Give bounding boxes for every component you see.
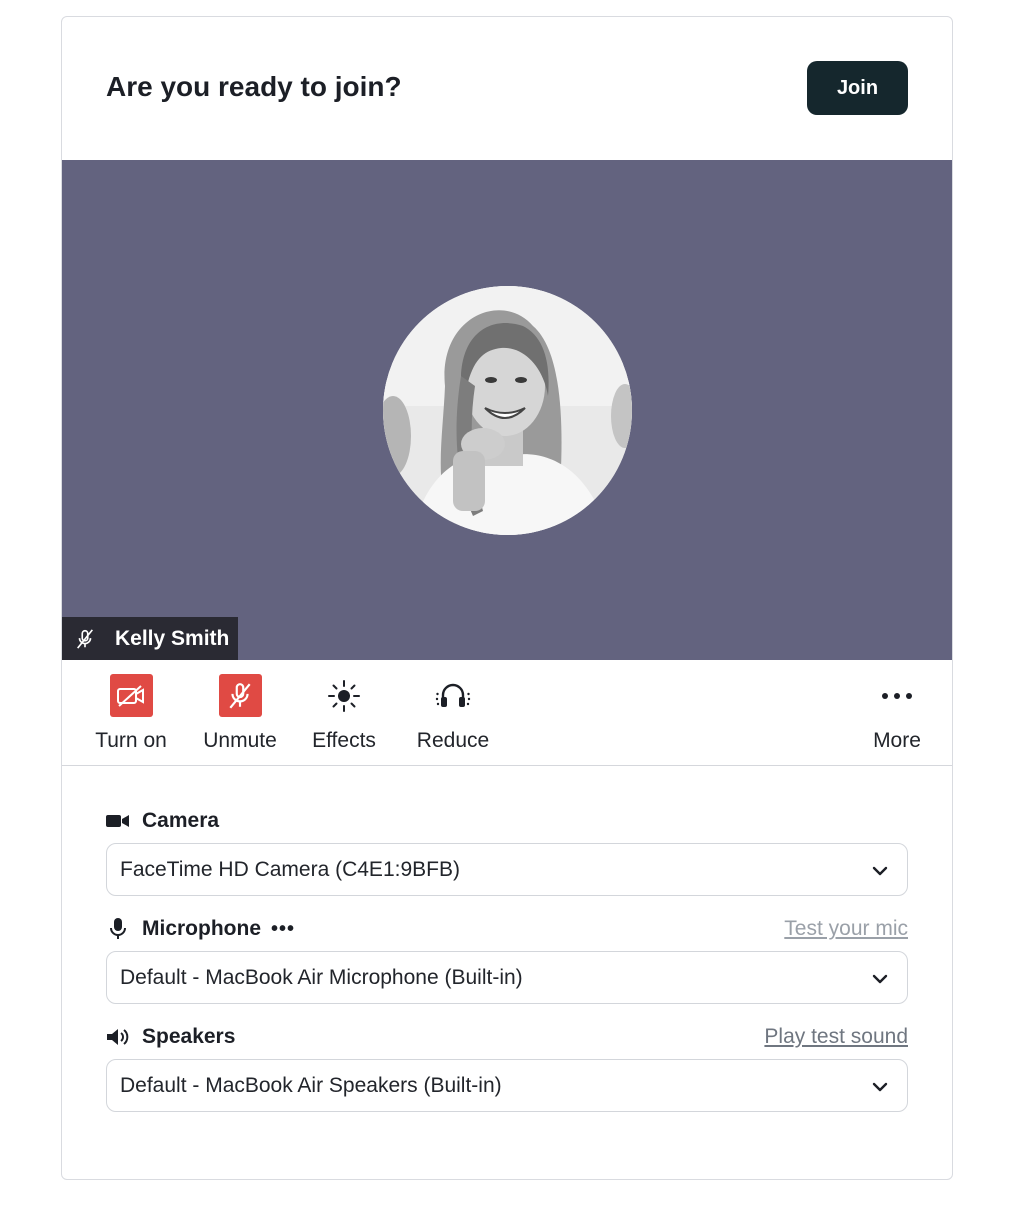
camera-toggle-button[interactable]: Turn on — [90, 660, 172, 765]
more-icon — [876, 674, 919, 717]
speakers-select[interactable]: Default - MacBook Air Speakers (Built-in… — [106, 1059, 908, 1112]
camera-title: Camera — [142, 809, 220, 832]
mic-off-icon — [218, 674, 262, 717]
mic-toggle-label: Unmute — [203, 729, 277, 752]
control-bar: Turn on Unmute Effects Reduce More — [62, 660, 952, 766]
microphone-options-icon[interactable]: ••• — [271, 918, 295, 941]
effects-icon — [323, 674, 366, 717]
device-settings: Camera FaceTime HD Camera (C4E1:9BFB) Mi… — [106, 807, 908, 1131]
page-title: Are you ready to join? — [106, 71, 402, 102]
join-button[interactable]: Join — [807, 61, 908, 115]
chevron-down-icon — [872, 1082, 888, 1092]
speakers-title: Speakers — [142, 1025, 236, 1048]
video-camera-icon — [106, 811, 130, 831]
chevron-down-icon — [872, 974, 888, 984]
participant-name: Kelly Smith — [115, 626, 230, 650]
microphone-heading: Microphone ••• Test your mic — [106, 915, 908, 943]
speaker-icon — [106, 1027, 130, 1047]
effects-button[interactable]: Effects — [307, 660, 381, 765]
pre-join-card: Are you ready to join? Join Kelly Smith … — [61, 16, 953, 1180]
camera-section: Camera FaceTime HD Camera (C4E1:9BFB) — [106, 807, 908, 896]
camera-heading: Camera — [106, 807, 908, 835]
video-preview: Kelly Smith — [62, 160, 952, 660]
play-test-sound-link[interactable]: Play test sound — [764, 1025, 908, 1049]
reduce-noise-button[interactable]: Reduce — [412, 660, 494, 765]
microphone-icon — [106, 918, 130, 939]
camera-toggle-label: Turn on — [95, 729, 167, 752]
microphone-select[interactable]: Default - MacBook Air Microphone (Built-… — [106, 951, 908, 1004]
camera-select[interactable]: FaceTime HD Camera (C4E1:9BFB) — [106, 843, 908, 896]
speakers-section: Speakers Play test sound Default - MacBo… — [106, 1023, 908, 1112]
reduce-label: Reduce — [416, 729, 490, 752]
participant-name-tag: Kelly Smith — [62, 617, 238, 660]
mic-toggle-button[interactable]: Unmute — [198, 660, 282, 765]
mic-off-icon — [77, 628, 93, 649]
headphones-icon — [432, 674, 475, 717]
effects-label: Effects — [312, 729, 376, 752]
more-label: More — [873, 729, 921, 752]
camera-select-value: FaceTime HD Camera (C4E1:9BFB) — [120, 857, 460, 881]
microphone-select-value: Default - MacBook Air Microphone (Built-… — [120, 965, 523, 989]
microphone-section: Microphone ••• Test your mic Default - M… — [106, 915, 908, 1004]
more-button[interactable]: More — [866, 660, 928, 765]
camera-off-icon — [109, 674, 153, 717]
avatar — [383, 286, 632, 535]
test-mic-link[interactable]: Test your mic — [784, 917, 908, 941]
chevron-down-icon — [872, 866, 888, 876]
microphone-title: Microphone — [142, 917, 261, 940]
speakers-select-value: Default - MacBook Air Speakers (Built-in… — [120, 1073, 502, 1097]
header: Are you ready to join? Join — [62, 17, 952, 160]
speakers-heading: Speakers Play test sound — [106, 1023, 908, 1051]
